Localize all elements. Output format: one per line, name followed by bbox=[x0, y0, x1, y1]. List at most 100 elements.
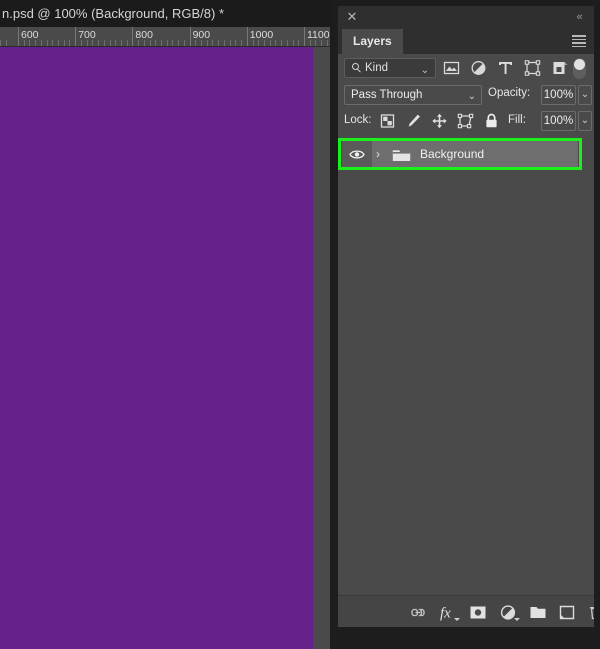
ruler-minor-tick bbox=[5, 40, 7, 46]
ruler-minor-tick bbox=[263, 40, 265, 46]
filter-smart-objects-icon[interactable] bbox=[550, 59, 569, 77]
filter-kind-label: Kind bbox=[365, 62, 389, 74]
ruler-minor-tick bbox=[241, 40, 243, 46]
tab-layers[interactable]: Layers bbox=[342, 29, 403, 54]
document-right-gap bbox=[330, 27, 338, 649]
ruler-minor-tick bbox=[103, 40, 105, 46]
ruler-minor-tick bbox=[292, 40, 294, 46]
ruler-minor-tick bbox=[178, 40, 180, 46]
link-layers-button[interactable] bbox=[408, 603, 428, 622]
ruler-label: 1100 bbox=[307, 29, 330, 41]
layers-panel-body: Kind ⌄ Pass Through ⌄ Opacity: 100% ⌄ Lo… bbox=[338, 54, 600, 627]
canvas-backdrop bbox=[0, 47, 338, 649]
photoshop-window: n.psd @ 100% (Background, RGB/8) * 600 70… bbox=[0, 0, 600, 649]
ruler-minor-tick bbox=[269, 40, 271, 46]
chevron-right-icon[interactable]: › bbox=[376, 147, 380, 161]
ruler-minor-tick bbox=[281, 40, 283, 46]
ruler-minor-tick bbox=[86, 40, 88, 46]
layer-filter-row: Kind ⌄ bbox=[338, 54, 594, 82]
layer-row-background[interactable]: › Background bbox=[338, 138, 582, 170]
document-title-bar[interactable]: n.psd @ 100% (Background, RGB/8) * bbox=[0, 0, 332, 27]
chevron-down-icon: ⌄ bbox=[420, 65, 429, 76]
panel-menu-icon[interactable] bbox=[572, 35, 586, 48]
search-icon bbox=[352, 63, 362, 73]
horizontal-ruler[interactable]: 600 700 800 900 1000 1100 bbox=[0, 27, 338, 47]
eye-icon[interactable] bbox=[349, 149, 365, 160]
ruler-minor-tick bbox=[166, 40, 168, 46]
ruler-minor-tick bbox=[206, 40, 208, 46]
layer-visibility-cell[interactable] bbox=[342, 140, 372, 168]
ruler-minor-tick bbox=[69, 40, 71, 46]
folder-icon bbox=[392, 148, 411, 162]
ruler-minor-tick bbox=[195, 40, 197, 46]
ruler-minor-tick bbox=[138, 40, 140, 46]
ruler-minor-tick bbox=[298, 40, 300, 46]
ruler-minor-tick bbox=[218, 40, 220, 46]
ruler-minor-tick bbox=[315, 40, 317, 46]
ruler-minor-tick bbox=[252, 40, 254, 46]
collapse-panel-icon[interactable]: « bbox=[571, 10, 587, 24]
ruler-minor-tick bbox=[120, 40, 122, 46]
ruler-minor-tick bbox=[80, 40, 82, 46]
layers-panel: ✕ « Layers Kind ⌄ Pass Through ⌄ Opacity… bbox=[338, 0, 600, 649]
lock-position-icon[interactable] bbox=[430, 112, 449, 130]
filter-enable-toggle[interactable] bbox=[573, 58, 586, 79]
ruler-minor-tick bbox=[109, 40, 111, 46]
ruler-minor-tick bbox=[223, 40, 225, 46]
document-area: n.psd @ 100% (Background, RGB/8) * 600 70… bbox=[0, 0, 338, 649]
chevron-down-icon: ⌄ bbox=[467, 91, 476, 102]
ruler-minor-tick bbox=[126, 40, 128, 46]
filter-kind-select[interactable]: Kind ⌄ bbox=[344, 58, 436, 78]
filter-shape-layers-icon[interactable] bbox=[523, 59, 542, 77]
lock-image-pixels-icon[interactable] bbox=[404, 112, 423, 130]
opacity-input[interactable]: 100% bbox=[541, 85, 576, 105]
ruler-minor-tick bbox=[201, 40, 203, 46]
document-title: n.psd @ 100% (Background, RGB/8) * bbox=[2, 6, 225, 21]
ruler-minor-tick bbox=[52, 40, 54, 46]
layer-style-caret-icon[interactable] bbox=[454, 618, 460, 621]
lock-all-icon[interactable] bbox=[482, 112, 501, 130]
add-layer-mask-button[interactable] bbox=[468, 603, 488, 622]
new-layer-button[interactable] bbox=[557, 603, 577, 622]
panel-title-bar[interactable]: ✕ « bbox=[338, 6, 594, 29]
ruler-minor-tick bbox=[92, 40, 94, 46]
ruler-minor-tick bbox=[212, 40, 214, 46]
blend-mode-row: Pass Through ⌄ Opacity: 100% ⌄ bbox=[338, 82, 594, 108]
ruler-minor-tick bbox=[40, 40, 42, 46]
lock-transparent-pixels-icon[interactable] bbox=[378, 112, 397, 130]
ruler-minor-tick bbox=[172, 40, 174, 46]
lock-row: Lock: Fill: 100% ⌄ bbox=[338, 108, 594, 134]
new-group-button[interactable] bbox=[528, 603, 548, 622]
adjustment-caret-icon[interactable] bbox=[514, 618, 520, 621]
svg-text:fx: fx bbox=[440, 606, 451, 622]
layer-list[interactable]: › Background bbox=[338, 134, 594, 595]
ruler-minor-tick bbox=[63, 40, 65, 46]
opacity-stepper-icon[interactable]: ⌄ bbox=[578, 85, 592, 105]
close-icon[interactable]: ✕ bbox=[344, 9, 360, 25]
ruler-minor-tick bbox=[235, 40, 237, 46]
panel-right-gap bbox=[594, 0, 600, 649]
fill-stepper-icon[interactable]: ⌄ bbox=[578, 111, 592, 131]
ruler-minor-tick bbox=[275, 40, 277, 46]
ruler-minor-tick bbox=[229, 40, 231, 46]
ruler-minor-tick bbox=[58, 40, 60, 46]
ruler-minor-tick bbox=[321, 40, 323, 46]
ruler-minor-tick bbox=[183, 40, 185, 46]
ruler-minor-tick bbox=[98, 40, 100, 46]
lock-label: Lock: bbox=[344, 114, 372, 126]
ruler-minor-tick bbox=[29, 40, 31, 46]
image-canvas[interactable] bbox=[0, 47, 313, 649]
ruler-minor-tick bbox=[35, 40, 37, 46]
filter-type-layers-icon[interactable] bbox=[496, 59, 515, 77]
opacity-label: Opacity: bbox=[488, 87, 531, 99]
ruler-minor-tick bbox=[258, 40, 260, 46]
blend-mode-select[interactable]: Pass Through ⌄ bbox=[344, 85, 482, 105]
ruler-minor-tick bbox=[23, 40, 25, 46]
fill-label: Fill: bbox=[508, 114, 526, 126]
lock-artboard-nesting-icon[interactable] bbox=[456, 112, 475, 130]
filter-pixel-layers-icon[interactable] bbox=[442, 59, 461, 77]
blend-mode-value: Pass Through bbox=[351, 89, 423, 101]
filter-adjustment-layers-icon[interactable] bbox=[469, 59, 488, 77]
ruler-minor-tick bbox=[326, 40, 328, 46]
fill-input[interactable]: 100% bbox=[541, 111, 576, 131]
